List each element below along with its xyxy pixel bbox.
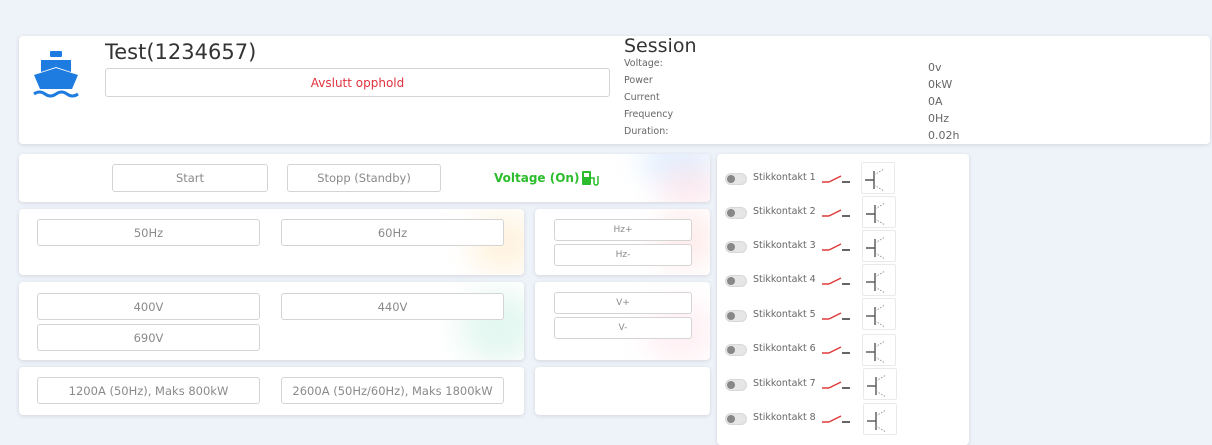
switch-open-icon[interactable] — [862, 298, 896, 330]
switch-open-glyph — [866, 236, 886, 260]
switch-open-icon[interactable] — [862, 230, 896, 262]
switch-open-glyph — [865, 168, 885, 192]
switch-open-glyph — [866, 340, 886, 364]
socket-row-7: Stikkontakt 7 — [725, 369, 965, 399]
socket-row-6: Stikkontakt 6 — [725, 334, 965, 364]
session-value-frequency: 0Hz — [928, 112, 950, 125]
switch-open-glyph — [866, 202, 886, 226]
toggle-knob — [727, 415, 735, 423]
socket-toggle-5[interactable] — [725, 310, 747, 322]
switch-closed-icon[interactable] — [821, 203, 851, 223]
socket-row-4: Stikkontakt 4 — [725, 265, 965, 295]
end-stay-button[interactable]: Avslutt opphold — [105, 68, 610, 97]
session-value-current: 0A — [928, 95, 943, 108]
socket-label-4: Stikkontakt 4 — [753, 274, 816, 285]
switch-open-glyph — [866, 304, 886, 328]
socket-label-2: Stikkontakt 2 — [753, 206, 816, 217]
socket-toggle-7[interactable] — [725, 379, 747, 391]
session-label-current: Current — [624, 92, 660, 103]
voltage-status-text: Voltage (On) — [494, 171, 580, 185]
socket-row-8: Stikkontakt 8 — [725, 403, 965, 433]
switch-closed-icon[interactable] — [821, 271, 851, 291]
voltage-400v-button[interactable]: 400V — [37, 293, 260, 320]
switch-open-icon[interactable] — [863, 403, 897, 435]
socket-row-1: Stikkontakt 1 — [725, 163, 965, 193]
toggle-knob — [727, 277, 735, 285]
socket-label-5: Stikkontakt 5 — [753, 309, 816, 320]
voltage-decrease-button[interactable]: V- — [554, 317, 692, 339]
socket-label-1: Stikkontakt 1 — [753, 172, 816, 183]
socket-toggle-3[interactable] — [725, 241, 747, 253]
switch-closed-icon[interactable] — [821, 340, 851, 360]
switch-closed-icon[interactable] — [821, 306, 851, 326]
session-label-voltage: Voltage: — [624, 58, 663, 69]
switch-closed-icon[interactable] — [821, 169, 851, 189]
switch-open-icon[interactable] — [862, 264, 896, 296]
frequency-increase-button[interactable]: Hz+ — [554, 219, 692, 241]
switch-open-glyph — [867, 374, 887, 398]
voltage-increase-button[interactable]: V+ — [554, 292, 692, 314]
session-label-power: Power — [624, 75, 653, 86]
socket-toggle-2[interactable] — [725, 207, 747, 219]
toggle-knob — [727, 175, 735, 183]
frequency-60hz-button[interactable]: 60Hz — [281, 219, 504, 246]
switch-open-icon[interactable] — [863, 368, 897, 400]
voltage-status: Voltage (On) — [494, 170, 600, 186]
toggle-knob — [727, 209, 735, 217]
switch-closed-icon[interactable] — [821, 409, 851, 429]
voltage-adjust-card: V+ V- — [535, 282, 710, 360]
socket-label-6: Stikkontakt 6 — [753, 343, 816, 354]
socket-row-2: Stikkontakt 2 — [725, 197, 965, 227]
toggle-knob — [727, 243, 735, 251]
toggle-knob — [727, 312, 735, 320]
switch-open-glyph — [866, 270, 886, 294]
switch-open-icon[interactable] — [862, 334, 896, 366]
socket-toggle-4[interactable] — [725, 275, 747, 287]
switch-open-icon[interactable] — [862, 196, 896, 228]
session-title: Session — [624, 36, 697, 57]
frequency-50hz-button[interactable]: 50Hz — [37, 219, 260, 246]
session-card: Test(1234657) Avslutt opphold Session Vo… — [19, 36, 1210, 144]
switch-open-icon[interactable] — [861, 162, 895, 194]
session-label-duration: Duration: — [624, 126, 669, 137]
toggle-knob — [727, 381, 735, 389]
voltage-card: 400V 440V 690V — [19, 282, 524, 360]
session-value-duration: 0.02h — [928, 129, 960, 142]
toggle-knob — [727, 346, 735, 354]
frequency-adjust-card: Hz+ Hz- — [535, 209, 710, 275]
socket-label-7: Stikkontakt 7 — [753, 378, 816, 389]
socket-list-card: Stikkontakt 1 Stikkontakt 2 Stikkontakt 3 S… — [717, 154, 969, 445]
session-value-voltage: 0v — [928, 61, 942, 74]
stop-standby-button[interactable]: Stopp (Standby) — [287, 164, 441, 192]
session-value-power: 0kW — [928, 78, 953, 91]
vessel-name: Test(1234657) — [105, 40, 257, 64]
power-control-card: Start Stopp (Standby) Voltage (On) — [19, 154, 710, 202]
current-adjust-card — [535, 367, 710, 415]
voltage-440v-button[interactable]: 440V — [281, 293, 504, 320]
voltage-690v-button[interactable]: 690V — [37, 324, 260, 351]
socket-toggle-1[interactable] — [725, 173, 747, 185]
ship-icon — [33, 51, 79, 98]
socket-toggle-8[interactable] — [725, 413, 747, 425]
socket-toggle-6[interactable] — [725, 344, 747, 356]
current-1200a-button[interactable]: 1200A (50Hz), Maks 800kW — [37, 377, 260, 404]
switch-closed-icon[interactable] — [821, 237, 851, 257]
frequency-decrease-button[interactable]: Hz- — [554, 244, 692, 266]
socket-row-3: Stikkontakt 3 — [725, 231, 965, 261]
start-button[interactable]: Start — [112, 164, 268, 192]
socket-label-8: Stikkontakt 8 — [753, 412, 816, 423]
frequency-card: 50Hz 60Hz — [19, 209, 524, 275]
switch-open-glyph — [867, 409, 887, 433]
switch-closed-icon[interactable] — [821, 375, 851, 395]
socket-row-5: Stikkontakt 5 — [725, 300, 965, 330]
current-2600a-button[interactable]: 2600A (50Hz/60Hz), Maks 1800kW — [281, 377, 504, 404]
session-label-frequency: Frequency — [624, 109, 674, 120]
socket-label-3: Stikkontakt 3 — [753, 240, 816, 251]
ev-charger-icon — [582, 171, 600, 186]
current-card: 1200A (50Hz), Maks 800kW 2600A (50Hz/60H… — [19, 367, 524, 415]
